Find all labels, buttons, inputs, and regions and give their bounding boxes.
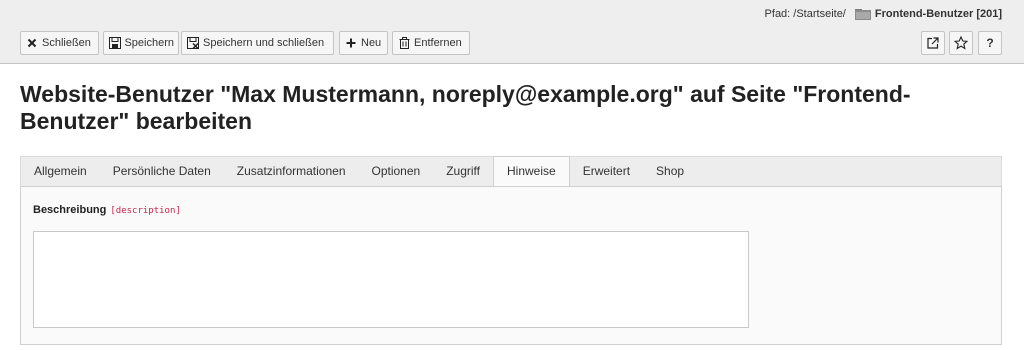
tab-zusatzinformationen[interactable]: Zusatzinformationen	[224, 157, 359, 186]
tab-persoenliche-daten[interactable]: Persönliche Daten	[100, 157, 224, 186]
tab-bar: Allgemein Persönliche Daten Zusatzinform…	[20, 156, 1002, 187]
tab-allgemein[interactable]: Allgemein	[21, 157, 100, 186]
external-link-icon	[926, 36, 940, 50]
help-icon: ?	[983, 36, 997, 50]
close-button[interactable]: Schließen	[20, 31, 99, 55]
new-button[interactable]: Neu	[339, 31, 388, 55]
delete-label: Entfernen	[414, 37, 462, 49]
help-label: ?	[986, 36, 994, 50]
description-label: Beschreibung	[33, 204, 107, 216]
new-label: Neu	[361, 37, 382, 49]
path-label: Pfad: /Startseite/	[764, 8, 846, 20]
open-new-window-button[interactable]	[921, 31, 945, 55]
help-button[interactable]: ?	[978, 31, 1002, 55]
delete-button[interactable]: Entfernen	[392, 31, 470, 55]
description-field-key: [description]	[110, 206, 181, 216]
tab-panel: Beschreibung [description]	[20, 186, 1002, 345]
close-icon	[25, 36, 39, 50]
tab-optionen[interactable]: Optionen	[359, 157, 434, 186]
description-field-label: Beschreibung [description]	[33, 204, 181, 216]
save-close-icon	[186, 36, 200, 50]
page-title: Website-Benutzer "Max Mustermann, norepl…	[20, 81, 911, 134]
doc-header: Pfad: /Startseite/ Frontend-Benutzer [20…	[0, 0, 1024, 64]
save-button[interactable]: Speichern	[103, 31, 179, 55]
tab-zugriff[interactable]: Zugriff	[433, 157, 493, 186]
close-label: Schließen	[42, 37, 91, 49]
description-textarea[interactable]	[33, 231, 749, 328]
bookmark-button[interactable]	[949, 31, 973, 55]
save-icon	[108, 36, 121, 50]
breadcrumb: Pfad: /Startseite/ Frontend-Benutzer [20…	[765, 8, 1002, 20]
tab-hinweise[interactable]: Hinweise	[493, 156, 570, 187]
trash-icon	[397, 36, 411, 50]
save-close-button[interactable]: Speichern und schließen	[181, 31, 334, 55]
folder-icon	[854, 8, 871, 20]
tab-erweitert[interactable]: Erweitert	[570, 157, 643, 186]
star-icon	[954, 36, 968, 50]
plus-icon	[344, 36, 358, 50]
tab-shop[interactable]: Shop	[643, 157, 697, 186]
save-label: Speichern	[124, 37, 174, 49]
save-close-label: Speichern und schließen	[203, 37, 325, 49]
path-title: Frontend-Benutzer [201]	[874, 8, 1002, 20]
